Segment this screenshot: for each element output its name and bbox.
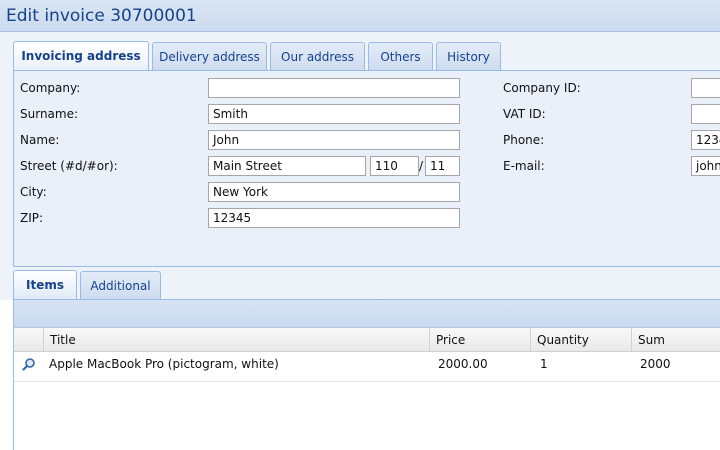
tab-label: Delivery address xyxy=(159,50,260,64)
city-field[interactable]: New York xyxy=(208,182,460,202)
zip-field[interactable]: 12345 xyxy=(208,208,460,228)
surname-field[interactable]: Smith xyxy=(208,104,460,124)
street-field[interactable]: Main Street xyxy=(208,156,366,176)
column-header-quantity[interactable]: Quantity xyxy=(530,328,631,352)
vat-id-label: VAT ID: xyxy=(503,107,546,121)
surname-label: Surname: xyxy=(20,107,79,121)
address-form xyxy=(13,70,720,267)
street-separator: / xyxy=(419,159,424,173)
orientation-number-field[interactable]: 11 xyxy=(425,156,460,176)
phone-field[interactable]: 1234 xyxy=(691,130,720,150)
tab-invoicing-address[interactable]: Invoicing address xyxy=(13,41,149,72)
company-id-label: Company ID: xyxy=(503,81,581,95)
company-field[interactable] xyxy=(208,78,460,98)
tab-label: Invoicing address xyxy=(21,49,141,63)
street-label: Street (#d/#or): xyxy=(20,159,118,173)
tab-label: History xyxy=(447,50,490,64)
company-id-field[interactable] xyxy=(691,78,720,98)
tab-label: Items xyxy=(26,278,64,292)
name-field[interactable]: John xyxy=(208,130,460,150)
tab-others[interactable]: Others xyxy=(368,42,433,71)
email-field[interactable]: john xyxy=(691,156,720,176)
tab-label: Others xyxy=(380,50,421,64)
grid-header: Title Price Quantity Sum xyxy=(14,328,720,352)
cell-sum: 2000 xyxy=(640,357,671,371)
tab-additional[interactable]: Additional xyxy=(80,271,161,300)
tab-delivery-address[interactable]: Delivery address xyxy=(152,42,267,71)
house-number-field[interactable]: 110 xyxy=(370,156,419,176)
window-titlebar: Edit invoice 30700001 xyxy=(0,0,720,32)
phone-label: Phone: xyxy=(503,133,545,147)
cell-price: 2000.00 xyxy=(438,357,488,371)
tab-history[interactable]: History xyxy=(436,42,501,71)
vat-id-field[interactable] xyxy=(691,104,720,124)
column-header-price[interactable]: Price xyxy=(429,328,530,352)
column-header-sum[interactable]: Sum xyxy=(631,328,720,352)
email-label: E-mail: xyxy=(503,159,545,173)
tab-our-address[interactable]: Our address xyxy=(270,42,365,71)
name-label: Name: xyxy=(20,133,60,147)
grid-toolbar xyxy=(14,300,720,328)
window-title: Edit invoice 30700001 xyxy=(6,6,197,26)
tab-label: Additional xyxy=(90,279,151,293)
cell-title: Apple MacBook Pro (pictogram, white) xyxy=(49,357,279,371)
tab-items[interactable]: Items xyxy=(13,270,77,301)
cell-quantity: 1 xyxy=(540,357,548,371)
company-label: Company: xyxy=(20,81,81,95)
table-row[interactable]: Apple MacBook Pro (pictogram, white) 200… xyxy=(14,352,720,382)
tab-label: Our address xyxy=(281,50,354,64)
city-label: City: xyxy=(20,185,47,199)
column-header-title[interactable]: Title xyxy=(43,328,429,352)
magnifier-icon[interactable] xyxy=(22,357,36,371)
zip-label: ZIP: xyxy=(20,211,44,225)
